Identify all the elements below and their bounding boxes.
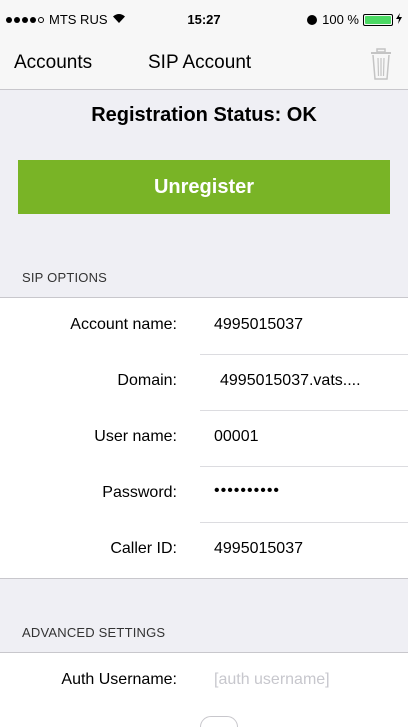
password-row[interactable]: Password: •••••••••• xyxy=(0,466,408,522)
caller-id-row[interactable]: Caller ID: 4995015037 xyxy=(0,522,408,578)
user-name-value[interactable]: 00001 xyxy=(214,428,259,446)
account-name-label: Account name: xyxy=(70,316,177,333)
user-name-label: User name: xyxy=(94,428,177,445)
auth-username-input[interactable] xyxy=(214,667,394,693)
advanced-settings-header: ADVANCED SETTINGS xyxy=(22,625,166,640)
caller-id-value[interactable]: 4995015037 xyxy=(214,540,303,558)
domain-row[interactable]: Domain: 4995015037.vats.... xyxy=(0,354,408,410)
trash-icon[interactable] xyxy=(366,46,396,82)
account-name-row[interactable]: Account name: 4995015037 xyxy=(0,298,408,354)
account-name-value[interactable]: 4995015037 xyxy=(214,316,303,334)
advanced-toggle-switch[interactable] xyxy=(200,716,238,727)
auth-username-label: Auth Username: xyxy=(61,671,177,688)
navigation-bar: Accounts SIP Account xyxy=(0,40,408,90)
accounts-back-button[interactable]: Accounts xyxy=(14,52,92,74)
page-title: SIP Account xyxy=(148,52,252,73)
alarm-icon xyxy=(307,14,318,25)
battery-icon xyxy=(363,13,393,26)
password-value[interactable]: •••••••••• xyxy=(214,482,280,500)
domain-label: Domain: xyxy=(117,372,177,389)
status-right: 100 % xyxy=(307,12,402,27)
sip-options-table: Account name: 4995015037 Domain: 4995015… xyxy=(0,297,408,579)
battery-percent: 100 % xyxy=(322,12,359,27)
sip-options-header: SIP OPTIONS xyxy=(22,270,108,285)
unregister-button[interactable]: Unregister xyxy=(18,160,390,214)
caller-id-label: Caller ID: xyxy=(110,540,177,557)
auth-username-row[interactable]: Auth Username: xyxy=(0,653,408,709)
status-bar: MTS RUS 15:27 100 % xyxy=(0,0,408,40)
user-name-row[interactable]: User name: 00001 xyxy=(0,410,408,466)
advanced-settings-table: Auth Username: xyxy=(0,652,408,727)
password-label: Password: xyxy=(102,484,177,501)
charging-bolt-icon xyxy=(396,12,402,27)
registration-status: Registration Status: OK xyxy=(91,104,317,126)
domain-value[interactable]: 4995015037.vats.... xyxy=(220,372,361,390)
